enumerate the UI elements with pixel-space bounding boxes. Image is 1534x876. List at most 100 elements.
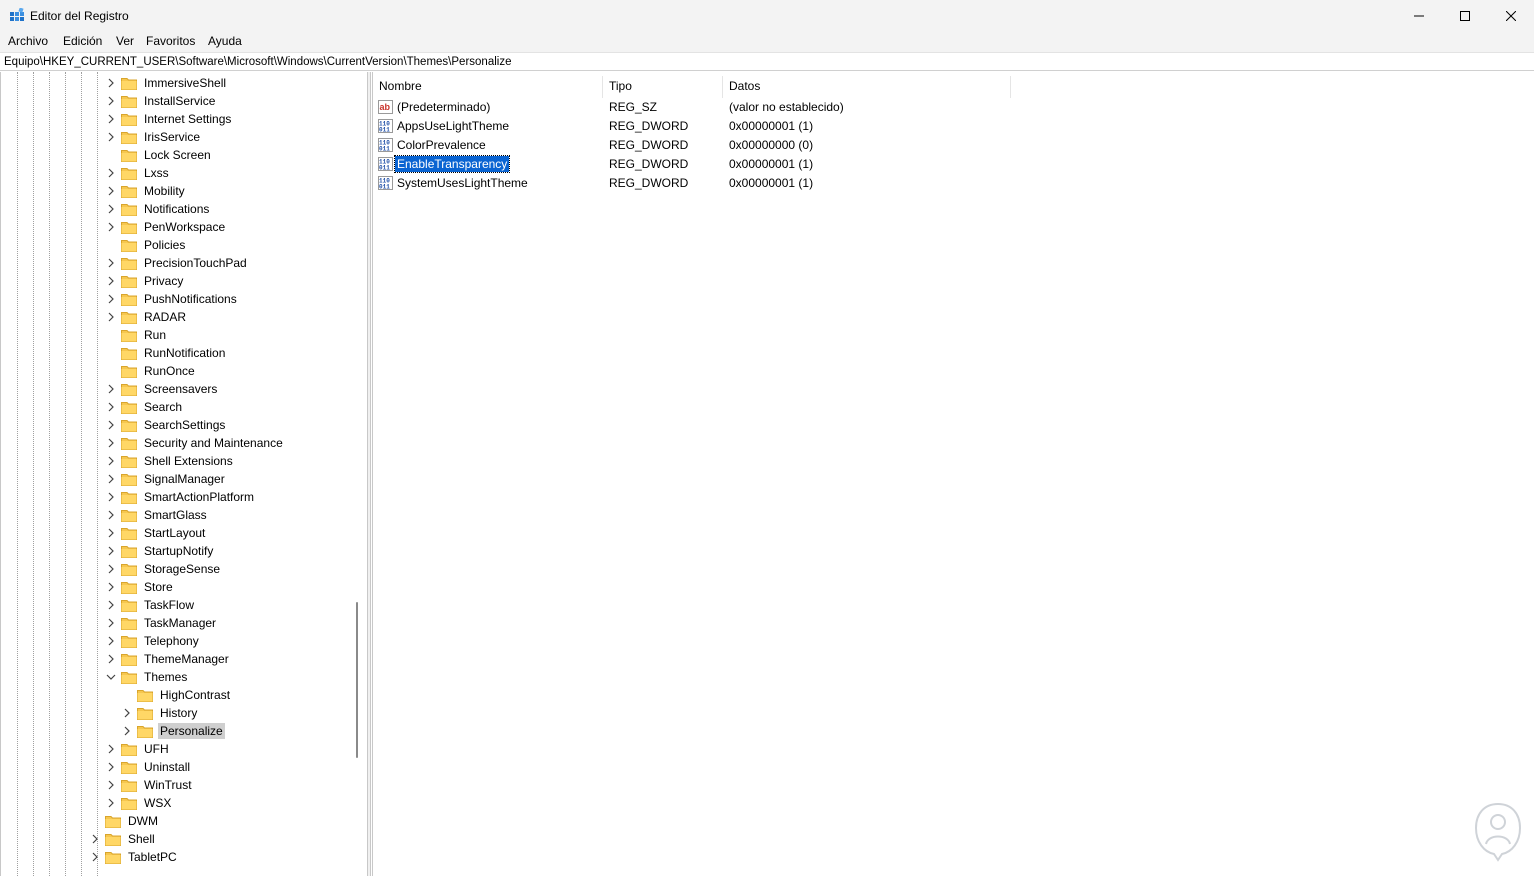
maximize-button[interactable] <box>1442 0 1488 32</box>
chevron-right-icon[interactable] <box>105 524 117 542</box>
chevron-right-icon[interactable] <box>105 254 117 272</box>
tree-item[interactable]: StartLayout <box>105 524 207 542</box>
tree-item[interactable]: Run <box>105 326 168 344</box>
tree-item[interactable]: TaskManager <box>105 614 218 632</box>
chevron-right-icon[interactable] <box>105 488 117 506</box>
chevron-right-icon[interactable] <box>105 596 117 614</box>
tree-item[interactable]: SmartGlass <box>105 506 209 524</box>
tree-item[interactable]: History <box>121 704 199 722</box>
value-row[interactable]: 110 011 ColorPrevalence REG_DWORD 0x00000000… <box>373 136 1473 155</box>
tree-item[interactable]: Screensavers <box>105 380 219 398</box>
menu-archivo[interactable]: Archivo <box>6 34 50 48</box>
value-row[interactable]: 110 011 SystemUsesLightTheme REG_DWORD 0x000… <box>373 174 1473 193</box>
tree-item[interactable]: Policies <box>105 236 187 254</box>
tree-item[interactable]: TabletPC <box>89 848 179 866</box>
chevron-right-icon[interactable] <box>105 182 117 200</box>
chevron-right-icon[interactable] <box>105 740 117 758</box>
tree-item[interactable]: RADAR <box>105 308 188 326</box>
column-header-name[interactable]: Nombre <box>373 76 603 98</box>
chevron-right-icon[interactable] <box>105 614 117 632</box>
chevron-right-icon[interactable] <box>105 632 117 650</box>
chevron-right-icon[interactable] <box>105 128 117 146</box>
key-tree-pane[interactable]: ImmersiveShell InstallService Internet Set… <box>0 72 368 876</box>
chevron-right-icon[interactable] <box>105 218 117 236</box>
chevron-right-icon[interactable] <box>105 470 117 488</box>
chevron-right-icon[interactable] <box>105 200 117 218</box>
tree-item[interactable]: Internet Settings <box>105 110 233 128</box>
chevron-right-icon[interactable] <box>105 380 117 398</box>
tree-item[interactable]: PrecisionTouchPad <box>105 254 249 272</box>
tree-item[interactable]: Security and Maintenance <box>105 434 285 452</box>
tree-item[interactable]: Telephony <box>105 632 201 650</box>
chevron-right-icon[interactable] <box>105 506 117 524</box>
tree-item[interactable]: Personalize <box>121 722 225 740</box>
tree-item[interactable]: Shell <box>89 830 157 848</box>
menu-ayuda[interactable]: Ayuda <box>206 34 244 48</box>
tree-item[interactable]: RunOnce <box>105 362 197 380</box>
column-header-data[interactable]: Datos <box>723 76 1011 98</box>
chevron-right-icon[interactable] <box>121 722 133 740</box>
tree-item[interactable]: HighContrast <box>121 686 232 704</box>
chevron-right-icon[interactable] <box>105 578 117 596</box>
tree-item[interactable]: Store <box>105 578 175 596</box>
chevron-right-icon[interactable] <box>105 776 117 794</box>
tree-item[interactable]: Lxss <box>105 164 171 182</box>
menu-favoritos[interactable]: Favoritos <box>144 34 197 48</box>
tree-item[interactable]: Lock Screen <box>105 146 213 164</box>
chevron-right-icon[interactable] <box>105 164 117 182</box>
chevron-right-icon[interactable] <box>105 398 117 416</box>
chevron-right-icon[interactable] <box>105 92 117 110</box>
tree-item[interactable]: RunNotification <box>105 344 227 362</box>
menu-ver[interactable]: Ver <box>114 34 136 48</box>
chevron-right-icon[interactable] <box>105 542 117 560</box>
tree-item[interactable]: ThemeManager <box>105 650 231 668</box>
value-row[interactable]: 110 011 AppsUseLightTheme REG_DWORD 0x000000… <box>373 117 1473 136</box>
tree-item[interactable]: StorageSense <box>105 560 222 578</box>
address-path[interactable]: Equipo\HKEY_CURRENT_USER\Software\Micros… <box>4 56 511 68</box>
value-row[interactable]: ab (Predeterminado) REG_SZ (valor no establ… <box>373 98 1473 117</box>
tree-item[interactable]: InstallService <box>105 92 217 110</box>
tree-item[interactable]: Shell Extensions <box>105 452 235 470</box>
chevron-right-icon[interactable] <box>105 416 117 434</box>
chevron-right-icon[interactable] <box>105 110 117 128</box>
chevron-right-icon[interactable] <box>89 830 101 848</box>
chevron-right-icon[interactable] <box>105 308 117 326</box>
tree-item[interactable]: Uninstall <box>105 758 192 776</box>
chevron-right-icon[interactable] <box>89 848 101 866</box>
tree-item[interactable]: WSX <box>105 794 173 812</box>
tree-item[interactable]: TaskFlow <box>105 596 196 614</box>
tree-item[interactable]: Mobility <box>105 182 187 200</box>
tree-item[interactable]: Themes <box>105 668 189 686</box>
chevron-right-icon[interactable] <box>105 758 117 776</box>
chevron-right-icon[interactable] <box>121 704 133 722</box>
chevron-right-icon[interactable] <box>105 74 117 92</box>
tree-item[interactable]: Notifications <box>105 200 211 218</box>
chevron-right-icon[interactable] <box>105 452 117 470</box>
tree-scrollbar[interactable] <box>356 602 358 758</box>
tree-item[interactable]: Search <box>105 398 184 416</box>
chevron-right-icon[interactable] <box>105 650 117 668</box>
pane-splitter[interactable] <box>368 72 371 876</box>
tree-item[interactable]: DWM <box>89 812 160 830</box>
tree-item[interactable]: ImmersiveShell <box>105 74 228 92</box>
values-pane[interactable]: Nombre Tipo Datos ab (Predeterminado) REG_… <box>372 72 1534 876</box>
close-button[interactable] <box>1488 0 1534 32</box>
chevron-down-icon[interactable] <box>105 668 117 686</box>
chevron-right-icon[interactable] <box>105 434 117 452</box>
minimize-button[interactable] <box>1396 0 1442 32</box>
tree-item[interactable]: PushNotifications <box>105 290 239 308</box>
tree-item[interactable]: UFH <box>105 740 171 758</box>
chevron-right-icon[interactable] <box>105 272 117 290</box>
chevron-right-icon[interactable] <box>105 560 117 578</box>
tree-item[interactable]: SearchSettings <box>105 416 227 434</box>
chevron-right-icon[interactable] <box>105 290 117 308</box>
column-header-type[interactable]: Tipo <box>603 76 723 98</box>
tree-item[interactable]: Privacy <box>105 272 185 290</box>
tree-item[interactable]: SmartActionPlatform <box>105 488 256 506</box>
menu-edicion[interactable]: Edición <box>61 34 104 48</box>
tree-item[interactable]: WinTrust <box>105 776 194 794</box>
tree-item[interactable]: IrisService <box>105 128 202 146</box>
tree-item[interactable]: StartupNotify <box>105 542 215 560</box>
value-row[interactable]: 110 011 EnableTransparency REG_DWORD 0x00000… <box>373 155 1473 174</box>
chevron-right-icon[interactable] <box>105 794 117 812</box>
